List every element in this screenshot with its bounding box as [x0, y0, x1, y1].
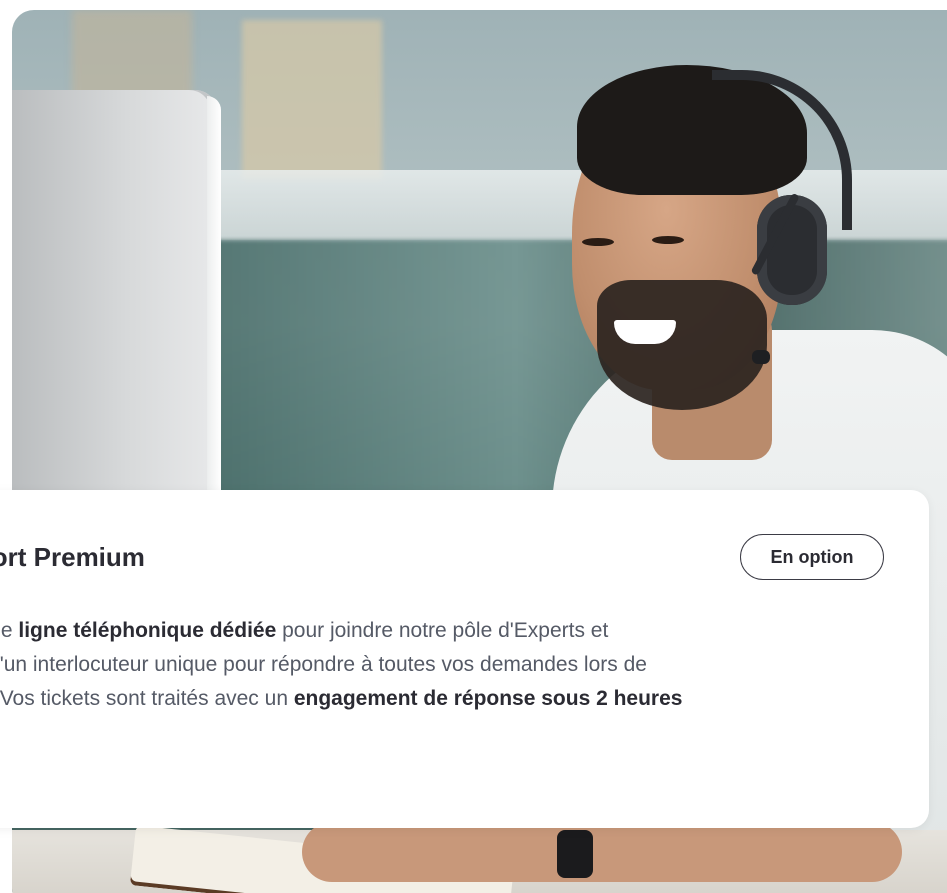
description-text: à une — [0, 619, 13, 642]
card-title: pport Premium — [0, 542, 145, 572]
background-box — [242, 20, 382, 180]
option-badge-button[interactable]: En option — [740, 534, 884, 580]
description-line-2: ez d'un interlocuteur unique pour répond… — [0, 648, 900, 682]
monitor-edge — [207, 96, 221, 526]
agent-beard — [597, 280, 767, 410]
agent-arm — [302, 822, 902, 882]
description-text: ez d'un interlocuteur unique pour répond… — [0, 653, 647, 676]
premium-support-card: pport Premium En option à une ligne télé… — [0, 490, 929, 828]
agent-eye — [652, 236, 684, 244]
computer-monitor — [12, 90, 217, 530]
wristwatch — [557, 830, 593, 878]
description-line-1: à une ligne téléphonique dédiée pour joi… — [0, 614, 900, 648]
page: pport Premium En option à une ligne télé… — [0, 0, 947, 893]
microphone-tip — [752, 350, 770, 364]
description-line-3: pel. Vos tickets sont traités avec un en… — [0, 682, 900, 716]
agent-eye — [582, 238, 614, 246]
description-text: pel. Vos tickets sont traités avec un — [0, 687, 289, 710]
description-highlight: engagement de réponse sous 2 heures — [293, 687, 683, 710]
description-text: pour joindre notre pôle d'Experts et — [276, 619, 609, 642]
card-description: à une ligne téléphonique dédiée pour joi… — [0, 614, 900, 716]
description-highlight: ligne téléphonique dédiée — [18, 619, 277, 642]
